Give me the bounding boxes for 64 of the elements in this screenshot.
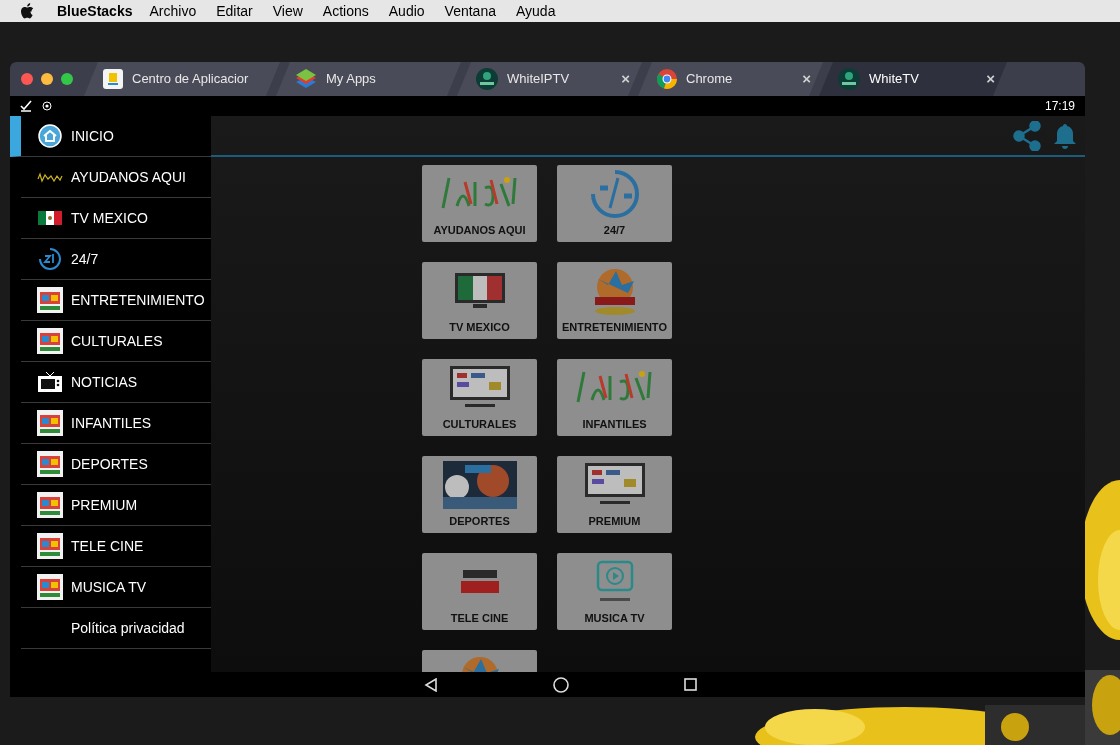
- browser-tab[interactable]: My Apps: [276, 62, 461, 96]
- thumbnail-icon: [37, 328, 63, 354]
- back-icon[interactable]: [423, 677, 438, 692]
- close-tab-button[interactable]: ×: [621, 67, 630, 91]
- sidebar-item[interactable]: CULTURALES: [21, 321, 211, 362]
- thumbnail-icon: [37, 574, 63, 600]
- thumbnail-icon: [37, 410, 63, 436]
- category-tile[interactable]: PREMIUM: [557, 456, 672, 533]
- app-logo-icon: [837, 67, 861, 91]
- browser-icon: [656, 68, 678, 90]
- thumbnail-icon: [37, 492, 63, 518]
- sidebar-item[interactable]: TV MEXICO: [21, 198, 211, 239]
- menu-item[interactable]: Ventana: [444, 0, 496, 22]
- sidebar-item[interactable]: PREMIUM: [21, 485, 211, 526]
- record-icon: [42, 101, 52, 111]
- app-logo-icon: [475, 67, 499, 91]
- category-tile[interactable]: TELE CINE: [422, 553, 537, 630]
- scribble-icon: [37, 171, 63, 183]
- sidebar-item[interactable]: ENTRETENIMIENTO: [21, 280, 211, 321]
- sidebar-item[interactable]: MUSICA TV: [21, 567, 211, 608]
- share-icon[interactable]: [1013, 120, 1041, 151]
- sidebar-item[interactable]: INFANTILES: [21, 403, 211, 444]
- recent-apps-icon[interactable]: [683, 678, 697, 691]
- close-tab-button[interactable]: ×: [802, 67, 811, 91]
- browser-tab[interactable]: Centro de Aplicacior: [84, 62, 280, 96]
- category-tile[interactable]: MUSICA TV: [557, 553, 672, 630]
- thumbnail-icon: [37, 533, 63, 559]
- layers-icon: [294, 68, 318, 90]
- category-tile[interactable]: INFANTILES: [557, 359, 672, 436]
- category-tile[interactable]: TV MEXICO: [422, 262, 537, 339]
- menu-item[interactable]: View: [272, 0, 303, 22]
- zoom-window-button[interactable]: [61, 73, 73, 85]
- apple-logo-icon[interactable]: [20, 3, 34, 19]
- notification-bell-icon[interactable]: [1053, 122, 1077, 149]
- checkmark-icon: [20, 100, 32, 112]
- menu-item[interactable]: Archivo: [149, 0, 197, 22]
- flag-icon: [38, 211, 62, 225]
- category-tile[interactable]: 24/7: [557, 165, 672, 242]
- sidebar-item[interactable]: NOTICIAS: [21, 362, 211, 403]
- app-name[interactable]: BlueStacks: [57, 0, 133, 22]
- sidebar-item[interactable]: DEPORTES: [21, 444, 211, 485]
- browser-tab[interactable]: WhiteTV ×: [819, 62, 1007, 96]
- browser-tab[interactable]: WhiteIPTV ×: [457, 62, 642, 96]
- category-tile[interactable]: DEPORTES: [422, 456, 537, 533]
- category-tile[interactable]: ENTRETENIMIENTO: [557, 262, 672, 339]
- category-tile[interactable]: CULTURALES: [422, 359, 537, 436]
- home-icon[interactable]: [552, 676, 569, 693]
- minimize-window-button[interactable]: [41, 73, 53, 85]
- close-window-button[interactable]: [21, 73, 33, 85]
- clock-time: 17:19: [1044, 98, 1075, 115]
- thumbnail-icon: [37, 451, 63, 477]
- category-tile[interactable]: AYUDANOS AQUI: [422, 165, 537, 242]
- menu-item[interactable]: Editar: [216, 0, 253, 22]
- home-icon: [38, 124, 62, 148]
- close-tab-button[interactable]: ×: [986, 67, 995, 91]
- app-icon: [102, 68, 124, 90]
- menu-item[interactable]: Audio: [388, 0, 425, 22]
- sidebar-item[interactable]: TELE CINE: [21, 526, 211, 567]
- clock-icon: [37, 247, 63, 271]
- menu-item[interactable]: Actions: [322, 0, 369, 22]
- television-icon: [37, 371, 63, 393]
- menu-item[interactable]: Ayuda: [515, 0, 556, 22]
- browser-tab[interactable]: Chrome ×: [638, 62, 823, 96]
- thumbnail-icon: [37, 287, 63, 313]
